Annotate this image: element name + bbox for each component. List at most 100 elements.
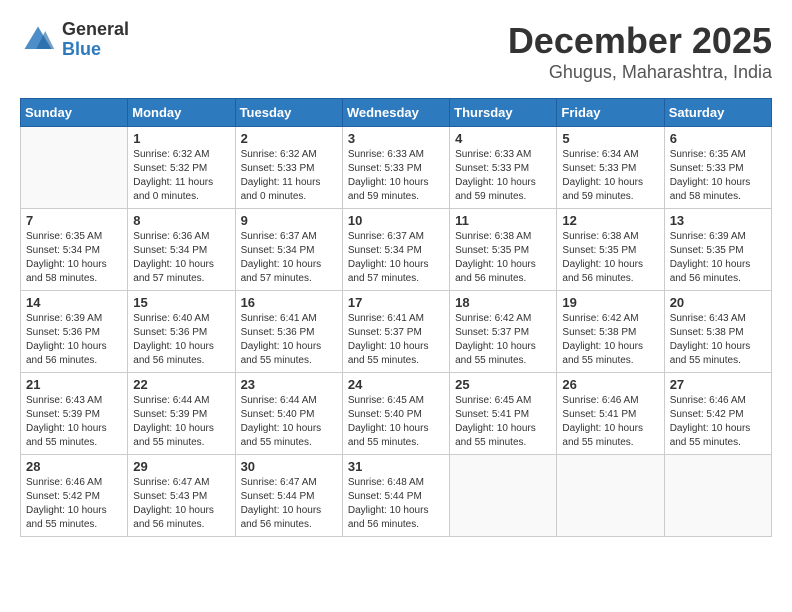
calendar-cell: 28Sunrise: 6:46 AM Sunset: 5:42 PM Dayli…: [21, 455, 128, 537]
cell-info: Sunrise: 6:44 AM Sunset: 5:40 PM Dayligh…: [241, 394, 337, 450]
calendar: SundayMondayTuesdayWednesdayThursdayFrid…: [20, 98, 772, 537]
cell-info: Sunrise: 6:35 AM Sunset: 5:33 PM Dayligh…: [670, 148, 766, 204]
calendar-cell: 24 Sunrise: 6:45 AM Sunset: 5:40 PM Dayli…: [342, 373, 449, 455]
calendar-cell: [557, 455, 664, 537]
day-number: 26: [562, 377, 658, 392]
calendar-cell: 4Sunrise: 6:33 AM Sunset: 5:33 PM Daylig…: [450, 127, 557, 209]
day-number: 9: [241, 213, 337, 228]
calendar-cell: 5 Sunrise: 6:34 AM Sunset: 5:33 PM Daylig…: [557, 127, 664, 209]
calendar-cell: 21 Sunrise: 6:43 AM Sunset: 5:39 PM Dayli…: [21, 373, 128, 455]
calendar-cell: 22 Sunrise: 6:44 AM Sunset: 5:39 PM Dayli…: [128, 373, 235, 455]
calendar-cell: 14 Sunrise: 6:39 AM Sunset: 5:36 PM Dayli…: [21, 291, 128, 373]
day-number: 15: [133, 295, 229, 310]
cell-info: Sunrise: 6:47 AM Sunset: 5:43 PM Dayligh…: [133, 476, 229, 532]
calendar-cell: 27 Sunrise: 6:46 AM Sunset: 5:42 PM Dayli…: [664, 373, 771, 455]
day-number: 29: [133, 459, 229, 474]
calendar-cell: 23 Sunrise: 6:44 AM Sunset: 5:40 PM Dayli…: [235, 373, 342, 455]
cell-info: Sunrise: 6:32 AM Sunset: 5:33 PM Dayligh…: [241, 148, 337, 204]
day-number: 1: [133, 131, 229, 146]
weekday-header: Wednesday: [342, 99, 449, 127]
cell-info: Sunrise: 6:34 AM Sunset: 5:33 PM Dayligh…: [562, 148, 658, 204]
calendar-cell: [664, 455, 771, 537]
day-number: 30: [241, 459, 337, 474]
page-header: General Blue December 2025 Ghugus, Mahar…: [20, 20, 772, 83]
calendar-cell: 7 Sunrise: 6:35 AM Sunset: 5:34 PM Daylig…: [21, 209, 128, 291]
calendar-cell: 10 Sunrise: 6:37 AM Sunset: 5:34 PM Dayli…: [342, 209, 449, 291]
day-number: 4: [455, 131, 551, 146]
cell-info: Sunrise: 6:38 AM Sunset: 5:35 PM Dayligh…: [455, 230, 551, 286]
cell-info: Sunrise: 6:44 AM Sunset: 5:39 PM Dayligh…: [133, 394, 229, 450]
day-number: 24: [348, 377, 444, 392]
day-number: 2: [241, 131, 337, 146]
cell-info: Sunrise: 6:39 AM Sunset: 5:35 PM Dayligh…: [670, 230, 766, 286]
cell-info: Sunrise: 6:37 AM Sunset: 5:34 PM Dayligh…: [348, 230, 444, 286]
cell-info: Sunrise: 6:38 AM Sunset: 5:35 PM Dayligh…: [562, 230, 658, 286]
day-number: 21: [26, 377, 122, 392]
cell-info: Sunrise: 6:41 AM Sunset: 5:36 PM Dayligh…: [241, 312, 337, 368]
calendar-cell: 1Sunrise: 6:32 AM Sunset: 5:32 PM Daylig…: [128, 127, 235, 209]
calendar-cell: 29 Sunrise: 6:47 AM Sunset: 5:43 PM Dayli…: [128, 455, 235, 537]
calendar-cell: 13 Sunrise: 6:39 AM Sunset: 5:35 PM Dayli…: [664, 209, 771, 291]
cell-info: Sunrise: 6:36 AM Sunset: 5:34 PM Dayligh…: [133, 230, 229, 286]
weekday-header: Saturday: [664, 99, 771, 127]
day-number: 22: [133, 377, 229, 392]
calendar-header-row: SundayMondayTuesdayWednesdayThursdayFrid…: [21, 99, 772, 127]
cell-info: Sunrise: 6:35 AM Sunset: 5:34 PM Dayligh…: [26, 230, 122, 286]
cell-info: Sunrise: 6:48 AM Sunset: 5:44 PM Dayligh…: [348, 476, 444, 532]
calendar-cell: 18 Sunrise: 6:42 AM Sunset: 5:37 PM Dayli…: [450, 291, 557, 373]
calendar-cell: 12Sunrise: 6:38 AM Sunset: 5:35 PM Dayli…: [557, 209, 664, 291]
logo-blue: Blue: [62, 40, 129, 60]
calendar-week-row: 1Sunrise: 6:32 AM Sunset: 5:32 PM Daylig…: [21, 127, 772, 209]
calendar-cell: 15 Sunrise: 6:40 AM Sunset: 5:36 PM Dayli…: [128, 291, 235, 373]
day-number: 8: [133, 213, 229, 228]
day-number: 7: [26, 213, 122, 228]
cell-info: Sunrise: 6:46 AM Sunset: 5:42 PM Dayligh…: [26, 476, 122, 532]
calendar-cell: 16Sunrise: 6:41 AM Sunset: 5:36 PM Dayli…: [235, 291, 342, 373]
logo-text: General Blue: [62, 20, 129, 60]
calendar-cell: 30 Sunrise: 6:47 AM Sunset: 5:44 PM Dayli…: [235, 455, 342, 537]
location-title: Ghugus, Maharashtra, India: [508, 62, 772, 83]
cell-info: Sunrise: 6:43 AM Sunset: 5:38 PM Dayligh…: [670, 312, 766, 368]
weekday-header: Friday: [557, 99, 664, 127]
day-number: 14: [26, 295, 122, 310]
cell-info: Sunrise: 6:42 AM Sunset: 5:37 PM Dayligh…: [455, 312, 551, 368]
calendar-cell: 9Sunrise: 6:37 AM Sunset: 5:34 PM Daylig…: [235, 209, 342, 291]
cell-info: Sunrise: 6:46 AM Sunset: 5:42 PM Dayligh…: [670, 394, 766, 450]
calendar-week-row: 21 Sunrise: 6:43 AM Sunset: 5:39 PM Dayli…: [21, 373, 772, 455]
calendar-cell: [21, 127, 128, 209]
day-number: 13: [670, 213, 766, 228]
cell-info: Sunrise: 6:33 AM Sunset: 5:33 PM Dayligh…: [348, 148, 444, 204]
cell-info: Sunrise: 6:40 AM Sunset: 5:36 PM Dayligh…: [133, 312, 229, 368]
calendar-cell: 19Sunrise: 6:42 AM Sunset: 5:38 PM Dayli…: [557, 291, 664, 373]
day-number: 10: [348, 213, 444, 228]
cell-info: Sunrise: 6:42 AM Sunset: 5:38 PM Dayligh…: [562, 312, 658, 368]
calendar-cell: 20 Sunrise: 6:43 AM Sunset: 5:38 PM Dayli…: [664, 291, 771, 373]
cell-info: Sunrise: 6:45 AM Sunset: 5:41 PM Dayligh…: [455, 394, 551, 450]
day-number: 23: [241, 377, 337, 392]
logo-icon: [20, 22, 56, 58]
day-number: 6: [670, 131, 766, 146]
calendar-cell: 6 Sunrise: 6:35 AM Sunset: 5:33 PM Daylig…: [664, 127, 771, 209]
day-number: 5: [562, 131, 658, 146]
calendar-week-row: 28Sunrise: 6:46 AM Sunset: 5:42 PM Dayli…: [21, 455, 772, 537]
title-section: December 2025 Ghugus, Maharashtra, India: [508, 20, 772, 83]
month-title: December 2025: [508, 20, 772, 62]
cell-info: Sunrise: 6:47 AM Sunset: 5:44 PM Dayligh…: [241, 476, 337, 532]
day-number: 11: [455, 213, 551, 228]
calendar-cell: 3Sunrise: 6:33 AM Sunset: 5:33 PM Daylig…: [342, 127, 449, 209]
calendar-cell: 26 Sunrise: 6:46 AM Sunset: 5:41 PM Dayli…: [557, 373, 664, 455]
cell-info: Sunrise: 6:46 AM Sunset: 5:41 PM Dayligh…: [562, 394, 658, 450]
calendar-cell: 11 Sunrise: 6:38 AM Sunset: 5:35 PM Dayli…: [450, 209, 557, 291]
calendar-cell: 25 Sunrise: 6:45 AM Sunset: 5:41 PM Dayli…: [450, 373, 557, 455]
day-number: 27: [670, 377, 766, 392]
calendar-cell: 2 Sunrise: 6:32 AM Sunset: 5:33 PM Daylig…: [235, 127, 342, 209]
weekday-header: Thursday: [450, 99, 557, 127]
day-number: 25: [455, 377, 551, 392]
day-number: 20: [670, 295, 766, 310]
cell-info: Sunrise: 6:39 AM Sunset: 5:36 PM Dayligh…: [26, 312, 122, 368]
cell-info: Sunrise: 6:43 AM Sunset: 5:39 PM Dayligh…: [26, 394, 122, 450]
calendar-week-row: 14 Sunrise: 6:39 AM Sunset: 5:36 PM Dayli…: [21, 291, 772, 373]
logo: General Blue: [20, 20, 129, 60]
cell-info: Sunrise: 6:45 AM Sunset: 5:40 PM Dayligh…: [348, 394, 444, 450]
day-number: 18: [455, 295, 551, 310]
